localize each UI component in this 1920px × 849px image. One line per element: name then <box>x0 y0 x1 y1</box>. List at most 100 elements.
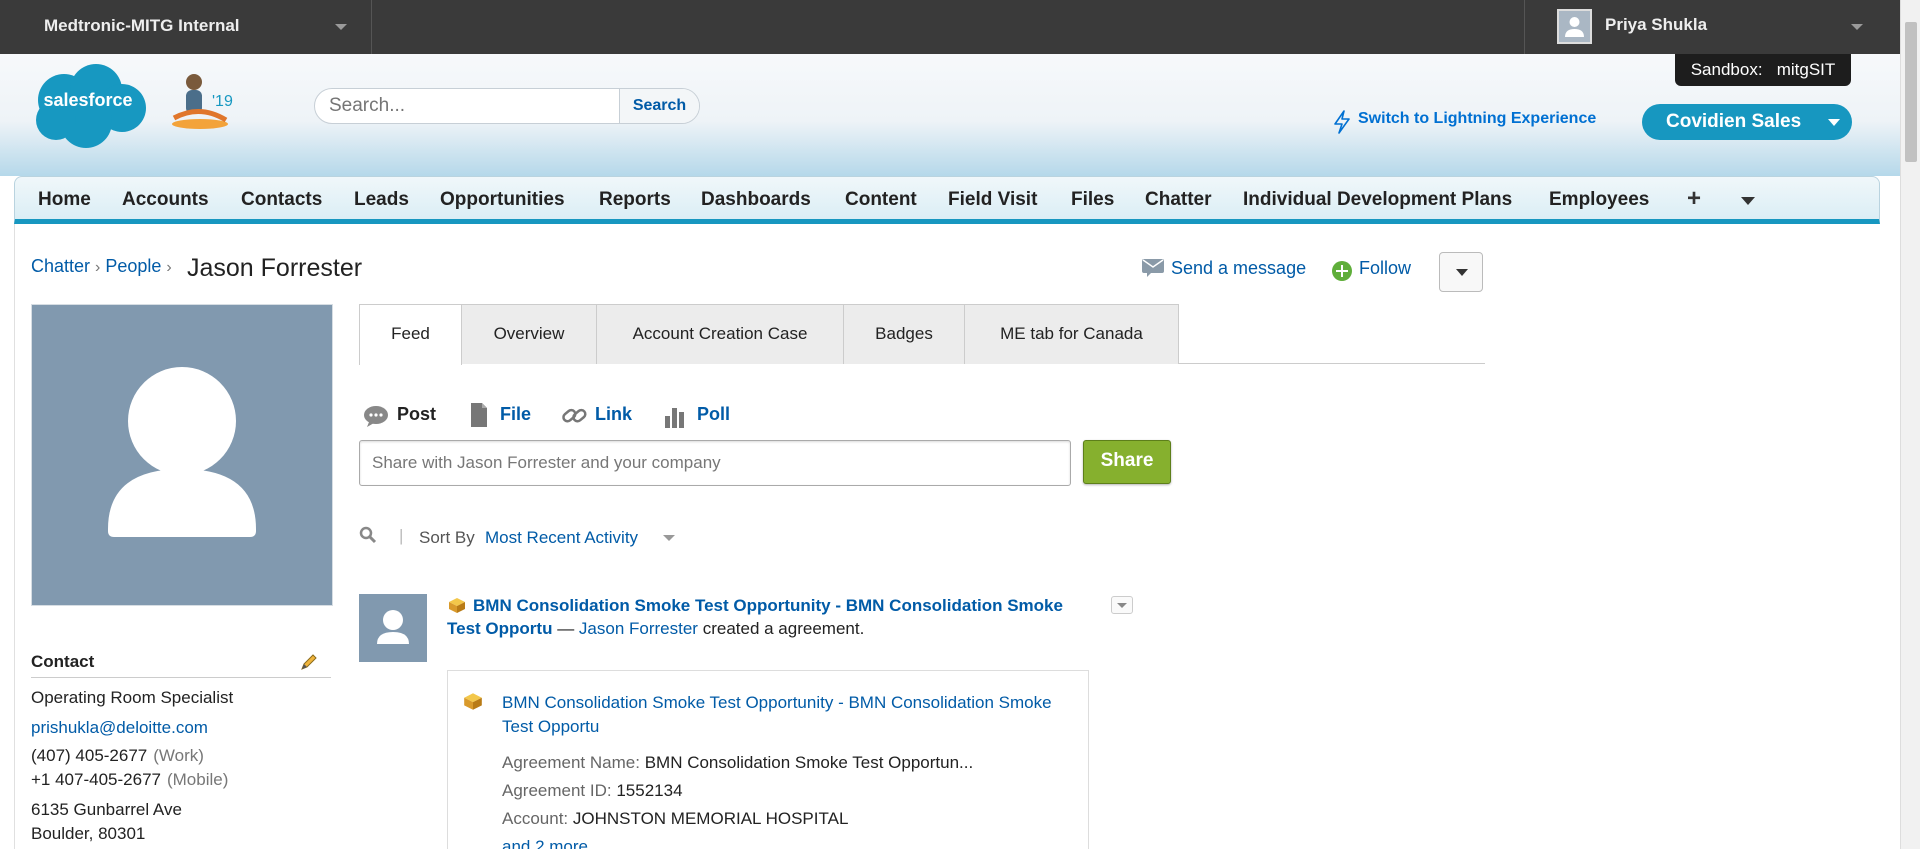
profile-actions-dropdown[interactable] <box>1439 252 1483 292</box>
breadcrumb-chatter[interactable]: Chatter <box>31 256 90 276</box>
mobile-phone-number: +1 407-405-2677 <box>31 770 161 789</box>
tab-content[interactable]: Content <box>845 189 917 211</box>
follow-link[interactable]: Follow <box>1359 258 1411 279</box>
more-tabs-chevron-icon[interactable] <box>1741 197 1755 205</box>
search-input[interactable] <box>315 89 619 123</box>
tab-accounts[interactable]: Accounts <box>122 189 209 211</box>
tab-account-creation-case[interactable]: Account Creation Case <box>596 304 844 364</box>
global-search: Search <box>314 88 700 124</box>
profile-photo[interactable] <box>31 304 333 606</box>
pencil-edit-icon[interactable] <box>299 652 319 672</box>
search-icon[interactable] <box>359 526 377 544</box>
email-link[interactable]: prishukla@deloitte.com <box>31 718 331 738</box>
sort-option-link[interactable]: Most Recent Activity <box>485 528 638 548</box>
poll-bar-chart-icon[interactable] <box>663 404 687 428</box>
work-phone-label: (Work) <box>153 746 204 765</box>
chevron-down-icon <box>1456 269 1468 276</box>
and-more-link[interactable]: and 2 more <box>502 837 588 849</box>
agreement-id-label: Agreement ID: <box>502 781 612 800</box>
search-button[interactable]: Search <box>619 89 699 123</box>
page-scrollbar[interactable] <box>1900 0 1920 849</box>
feed-separator: — <box>557 619 575 638</box>
app-switcher[interactable]: Covidien Sales <box>1642 104 1852 140</box>
message-icon[interactable] <box>1141 258 1165 278</box>
breadcrumb-people[interactable]: People <box>105 256 161 276</box>
agreement-name-value: BMN Consolidation Smoke Test Opportun... <box>644 753 974 772</box>
link-chain-icon[interactable] <box>561 404 589 428</box>
account-value: JOHNSTON MEMORIAL HOSPITAL <box>572 809 849 828</box>
tab-dashboards[interactable]: Dashboards <box>701 189 811 211</box>
job-title: Operating Room Specialist <box>31 688 234 707</box>
email-link-text[interactable]: prishukla@deloitte.com <box>31 718 208 737</box>
person-silhouette-icon <box>377 610 409 644</box>
publisher-poll[interactable]: Poll <box>697 404 730 425</box>
app-name: Covidien Sales <box>1666 111 1802 132</box>
tab-chatter[interactable]: Chatter <box>1145 189 1212 211</box>
agreement-title-link[interactable]: BMN Consolidation Smoke Test Opportunity… <box>502 691 1062 739</box>
tab-individual-development-plans[interactable]: Individual Development Plans <box>1243 189 1512 211</box>
publisher-link[interactable]: Link <box>595 404 632 425</box>
header: salesforce '19 Search Sandbox: mitgSIT S… <box>0 54 1900 176</box>
profile-tabs: Feed Overview Account Creation Case Badg… <box>359 304 1485 365</box>
tab-overview[interactable]: Overview <box>461 304 597 364</box>
share-button[interactable]: Share <box>1083 440 1171 484</box>
contact-section: Contact Operating Room Specialist prishu… <box>31 652 331 844</box>
contact-heading: Contact <box>31 652 331 678</box>
agreement-id-value: 1552134 <box>616 781 683 800</box>
tab-employees[interactable]: Employees <box>1549 189 1649 211</box>
scrollbar-thumb[interactable] <box>1905 22 1917 162</box>
org-name: Medtronic-MITG Internal <box>44 16 240 35</box>
breadcrumb: Chatter › People › <box>31 256 177 277</box>
contact-heading-label: Contact <box>31 652 95 671</box>
agreement-box-icon <box>449 598 465 613</box>
work-phone-number: (407) 405-2677 <box>31 746 148 765</box>
tab-leads[interactable]: Leads <box>354 189 409 211</box>
account-label: Account: <box>502 809 569 828</box>
feed-actor-link[interactable]: Jason Forrester <box>579 619 698 638</box>
tab-badges[interactable]: Badges <box>843 304 965 364</box>
tab-me-tab-for-canada[interactable]: ME tab for Canada <box>964 304 1179 364</box>
person-icon <box>1565 17 1584 37</box>
agreement-id-row: Agreement ID: 1552134 <box>502 781 683 801</box>
agreement-name-row: Agreement Name: BMN Consolidation Smoke … <box>502 753 973 773</box>
send-message-link[interactable]: Send a message <box>1171 258 1306 279</box>
address-line-1: 6135 Gunbarrel Ave <box>31 800 182 819</box>
tab-field-visit[interactable]: Field Visit <box>948 189 1037 211</box>
publisher-file[interactable]: File <box>500 404 531 425</box>
plus-circle-icon[interactable] <box>1331 260 1353 282</box>
work-phone: (407) 405-2677 (Work) <box>31 746 331 766</box>
switch-to-lightning-link[interactable]: Switch to Lightning Experience <box>1358 110 1596 128</box>
person-silhouette-icon <box>108 367 256 537</box>
chevron-down-icon[interactable] <box>663 535 675 541</box>
breadcrumb-separator-icon: › <box>166 259 172 276</box>
agreement-name-label: Agreement Name: <box>502 753 640 772</box>
tab-opportunities[interactable]: Opportunities <box>440 189 565 211</box>
mobile-phone: +1 407-405-2677 (Mobile) <box>31 770 331 790</box>
speech-bubble-icon <box>364 406 388 427</box>
main-content: Chatter › People › Jason Forrester Send a m… <box>14 224 1880 849</box>
sandbox-badge: Sandbox: mitgSIT <box>1675 54 1851 86</box>
chevron-down-icon <box>1117 603 1127 608</box>
share-text-input[interactable]: Share with Jason Forrester and your comp… <box>359 440 1071 486</box>
feed-author-avatar[interactable] <box>359 594 427 662</box>
address-line-2: Boulder, 80301 <box>31 824 146 843</box>
chevron-down-icon <box>1828 119 1840 126</box>
tab-home[interactable]: Home <box>38 189 91 211</box>
feed-item-menu-button[interactable] <box>1111 596 1133 614</box>
lightning-bolt-icon[interactable] <box>1332 110 1352 134</box>
sandbox-name: mitgSIT <box>1776 60 1836 79</box>
user-menu[interactable]: Priya Shukla <box>1524 0 1900 54</box>
tab-reports[interactable]: Reports <box>599 189 671 211</box>
feed-action-text: created a agreement. <box>702 619 865 638</box>
file-icon[interactable] <box>469 402 489 428</box>
top-bar: Medtronic-MITG Internal Priya Shukla <box>0 0 1900 54</box>
add-tab-plus-icon[interactable]: + <box>1687 185 1701 213</box>
publisher-post[interactable]: Post <box>397 404 436 425</box>
tab-feed[interactable]: Feed <box>359 304 462 365</box>
org-switcher[interactable]: Medtronic-MITG Internal <box>0 0 372 54</box>
tab-files[interactable]: Files <box>1071 189 1114 211</box>
mascot-icon: '19 <box>172 74 233 129</box>
chevron-down-icon <box>335 24 347 30</box>
mobile-phone-label: (Mobile) <box>166 770 229 789</box>
tab-contacts[interactable]: Contacts <box>241 189 322 211</box>
